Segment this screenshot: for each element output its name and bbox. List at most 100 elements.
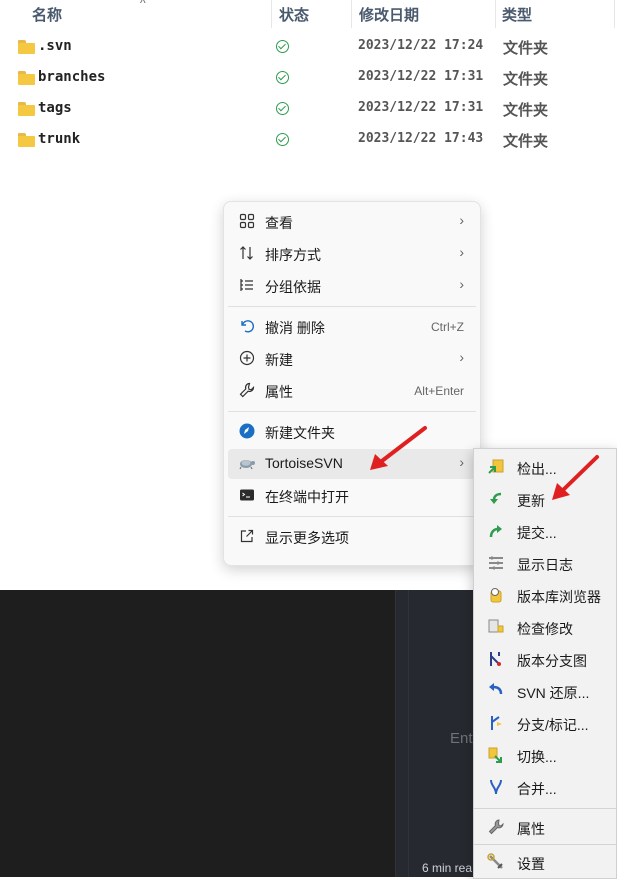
- grid-icon: [238, 213, 256, 231]
- file-name: tags: [38, 100, 72, 116]
- group-list-icon: [238, 277, 256, 295]
- menu-item-view[interactable]: 查看 ›: [228, 207, 476, 237]
- menu-item-label: 撤消 删除: [265, 320, 325, 336]
- menu-item-label: 新建文件夹: [265, 425, 335, 441]
- svn-item-settings[interactable]: 设置: [474, 846, 616, 878]
- svn-item-show-log[interactable]: 显示日志: [474, 547, 616, 579]
- file-type: 文件夹: [503, 102, 549, 119]
- column-type[interactable]: 类型: [502, 4, 532, 25]
- svn-item-properties[interactable]: 属性: [474, 811, 616, 843]
- update-icon: [487, 490, 505, 508]
- properties-icon: [487, 818, 505, 836]
- menu-item-label: 在终端中打开: [265, 489, 349, 505]
- background-ghost-text: Ent: [450, 730, 473, 747]
- svn-item-branch-tag[interactable]: 分支/标记...: [474, 707, 616, 739]
- revision-graph-icon: [487, 650, 505, 668]
- sort-ascending-icon: ^: [140, 0, 146, 10]
- file-date: 2023/12/22 17:31: [358, 69, 484, 84]
- svn-item-label: 切换...: [517, 749, 557, 765]
- menu-item-new[interactable]: 新建 ›: [228, 344, 476, 374]
- svn-item-label: 版本分支图: [517, 653, 587, 669]
- svn-item-label: 合并...: [517, 781, 557, 797]
- column-divider[interactable]: [495, 0, 496, 28]
- plus-circle-icon: [238, 350, 256, 368]
- svn-item-commit[interactable]: 提交...: [474, 515, 616, 547]
- file-type: 文件夹: [503, 71, 549, 88]
- commit-icon: [487, 522, 505, 540]
- svn-item-check-modifications[interactable]: 检查修改: [474, 611, 616, 643]
- file-type: 文件夹: [503, 133, 549, 150]
- svn-item-label: 更新: [517, 493, 545, 509]
- branch-tag-icon: [487, 714, 505, 732]
- column-divider[interactable]: [271, 0, 272, 28]
- file-date: 2023/12/22 17:31: [358, 100, 484, 115]
- file-name: branches: [38, 69, 106, 85]
- svn-item-repo-browser[interactable]: 版本库浏览器: [474, 579, 616, 611]
- column-status[interactable]: 状态: [279, 4, 309, 25]
- menu-item-sort-by[interactable]: 排序方式 ›: [228, 239, 476, 269]
- chevron-right-icon: ›: [459, 244, 464, 260]
- menu-item-label: TortoiseSVN: [265, 455, 343, 471]
- column-name[interactable]: 名称: [32, 4, 62, 25]
- submenu-separator: [474, 844, 616, 845]
- svn-item-label: 版本库浏览器: [517, 589, 601, 605]
- menu-separator: [228, 306, 476, 307]
- menu-item-open-in-terminal[interactable]: 在终端中打开: [228, 481, 476, 511]
- tortoise-icon: [238, 455, 256, 473]
- submenu-separator: [474, 808, 616, 809]
- column-date[interactable]: 修改日期: [359, 4, 419, 25]
- folder-icon: [18, 40, 35, 54]
- menu-item-show-more-options[interactable]: 显示更多选项: [228, 522, 476, 552]
- folder-icon: [18, 71, 35, 85]
- svn-item-switch[interactable]: 切换...: [474, 739, 616, 771]
- external-icon: [238, 528, 256, 546]
- column-divider[interactable]: [351, 0, 352, 28]
- svn-item-revert[interactable]: SVN 还原...: [474, 675, 616, 707]
- wrench-icon: [238, 382, 256, 400]
- svn-item-merge[interactable]: 合并...: [474, 771, 616, 803]
- menu-separator: [228, 411, 476, 412]
- svn-item-label: 提交...: [517, 525, 557, 541]
- log-icon: [487, 554, 505, 572]
- chevron-right-icon: ›: [459, 349, 464, 365]
- annotation-arrow-icon: [552, 455, 599, 500]
- folder-icon: [18, 102, 35, 116]
- menu-item-group-by[interactable]: 分组依据 ›: [228, 271, 476, 301]
- checkout-icon: [487, 458, 505, 476]
- svn-item-label: 属性: [517, 821, 545, 837]
- chevron-right-icon: ›: [459, 212, 464, 228]
- svn-item-revision-graph[interactable]: 版本分支图: [474, 643, 616, 675]
- annotation-arrow-icon: [370, 426, 427, 470]
- svn-normal-status-icon: [276, 40, 289, 53]
- sort-icon: [238, 245, 256, 263]
- svn-normal-status-icon: [276, 133, 289, 146]
- merge-icon: [487, 778, 505, 796]
- repo-browser-icon: [487, 586, 505, 604]
- menu-item-shortcut: Alt+Enter: [414, 384, 464, 398]
- menu-item-label: 分组依据: [265, 279, 321, 295]
- context-menu: 查看 › 排序方式 › 分组依据 › 撤消 删除 Ctrl+Z 新建 › 属性: [223, 201, 481, 566]
- menu-item-label: 排序方式: [265, 247, 321, 263]
- file-name: trunk: [38, 131, 81, 147]
- file-date: 2023/12/22 17:43: [358, 131, 484, 146]
- folder-icon: [18, 133, 35, 147]
- svn-item-label: 分支/标记...: [517, 717, 589, 733]
- menu-item-undo-delete[interactable]: 撤消 删除 Ctrl+Z: [228, 312, 476, 342]
- svn-item-label: SVN 还原...: [517, 685, 590, 701]
- file-row[interactable]: branches 2023/12/22 17:31 文件夹: [0, 65, 617, 95]
- file-row[interactable]: tags 2023/12/22 17:31 文件夹: [0, 96, 617, 126]
- file-row[interactable]: .svn 2023/12/22 17:24 文件夹: [0, 34, 617, 64]
- svn-item-label: 显示日志: [517, 557, 573, 573]
- terminal-icon: [238, 487, 256, 505]
- column-divider[interactable]: [614, 0, 615, 28]
- menu-item-properties[interactable]: 属性 Alt+Enter: [228, 376, 476, 406]
- new-folder-icon: [238, 423, 256, 441]
- revert-icon: [487, 682, 505, 700]
- switch-icon: [487, 746, 505, 764]
- svn-normal-status-icon: [276, 102, 289, 115]
- menu-item-shortcut: Ctrl+Z: [431, 320, 464, 334]
- column-header: ^ 名称 状态 修改日期 类型: [0, 0, 617, 28]
- svn-item-label: 设置: [517, 856, 545, 872]
- file-date: 2023/12/22 17:24: [358, 38, 484, 53]
- file-row[interactable]: trunk 2023/12/22 17:43 文件夹: [0, 127, 617, 157]
